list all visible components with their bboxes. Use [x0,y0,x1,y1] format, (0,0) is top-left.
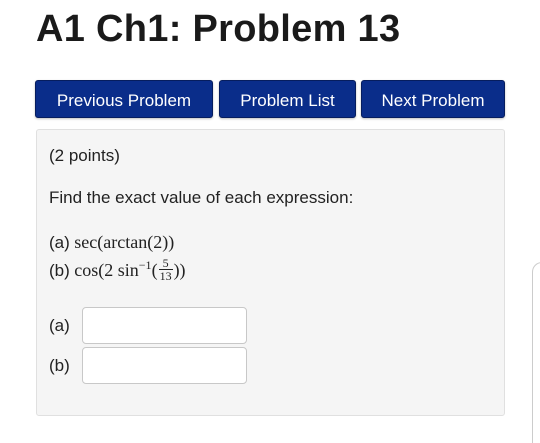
answer-a-input[interactable] [82,307,247,344]
answer-b-label: (b) [49,356,70,375]
edge-panel [532,262,540,443]
expression-b-exponent: −1 [138,258,152,272]
points-value: (2 points) [49,146,120,165]
expression-a-math: sec(arctan(2)) [74,232,175,252]
expression-a-label: (a) [49,233,70,252]
answer-b-input[interactable] [82,347,247,384]
next-problem-button[interactable]: Next Problem [361,80,505,118]
answer-a-label: (a) [49,316,70,335]
problem-instruction: Find the exact value of each expression: [49,188,354,207]
problem-list-button[interactable]: Problem List [219,80,356,118]
expression-b-label: (b) [49,261,70,280]
expression-b-close: )) [173,260,186,280]
fraction-denominator: 13 [159,269,172,284]
expression-b-fraction: 5 13 [158,257,173,284]
expression-a: (a) sec(arctan(2)) [49,232,174,253]
expression-b: (b) cos(2 sin−1(5 13)) [49,257,186,284]
previous-problem-button[interactable]: Previous Problem [35,80,213,118]
page-title: A1 Ch1: Problem 13 [36,8,401,50]
expression-b-func: cos(2 sin [74,260,139,280]
expression-b-paren: ( [151,260,158,280]
problem-panel: (2 points) Find the exact value of each … [36,129,505,416]
